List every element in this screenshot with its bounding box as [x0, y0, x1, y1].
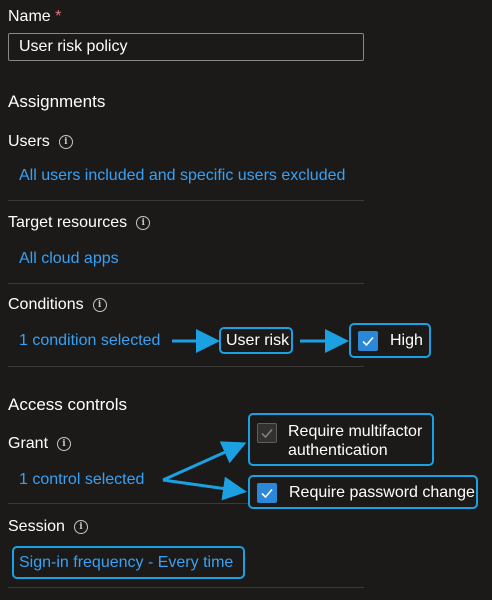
- arrow-right-icon: [162, 441, 247, 482]
- arrow-right-icon: [162, 476, 247, 501]
- annotation-arrows: [162, 329, 349, 501]
